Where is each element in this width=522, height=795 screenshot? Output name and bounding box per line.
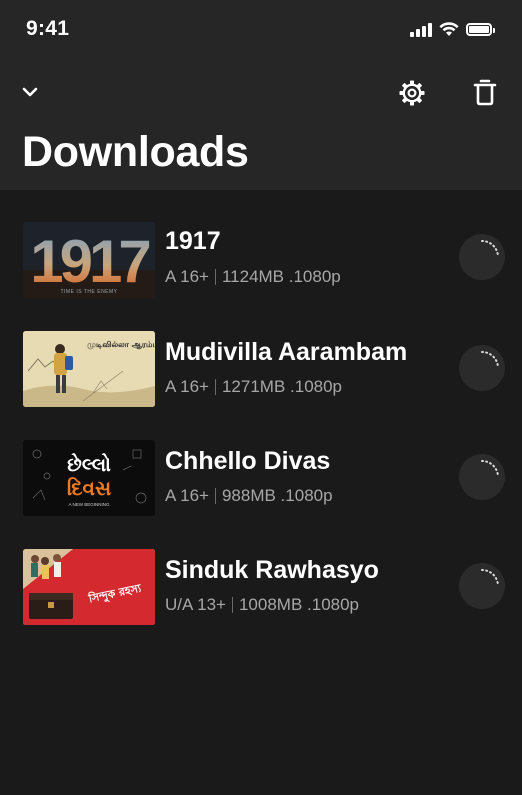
poster-1917-tagline: TIME IS THE ENEMY xyxy=(60,289,117,295)
poster-chhello-tagline: A NEW BEGINNING xyxy=(68,502,110,507)
download-progress-spinner[interactable] xyxy=(459,454,505,500)
rating-label: U/A 13+ xyxy=(165,595,226,614)
poster-chhello-divas-image: છેલ્લો દિવસ A NEW BEGINNING xyxy=(23,440,155,516)
meta-divider xyxy=(214,269,216,285)
item-title: Mudivilla Aarambam xyxy=(165,338,408,366)
loading-spinner-icon xyxy=(481,460,499,478)
download-progress-spinner[interactable] xyxy=(459,345,505,391)
size-quality-label: 1008MB .1080p xyxy=(238,595,360,614)
poster-1917-numbers: 1917 xyxy=(30,228,149,295)
download-progress-spinner[interactable] xyxy=(459,563,505,609)
trash-icon xyxy=(473,79,497,106)
poster-thumbnail: 1917 TIME IS THE ENEMY xyxy=(23,222,155,298)
poster-1917-image: 1917 TIME IS THE ENEMY xyxy=(23,222,155,298)
download-item-mudivilla-aarambam[interactable]: முடிவில்லா ஆரம்பம் Mudivilla Aarambam A … xyxy=(0,321,522,421)
delete-button[interactable] xyxy=(472,78,498,106)
collapse-button[interactable] xyxy=(18,80,42,104)
loading-spinner-icon xyxy=(481,569,499,587)
item-meta: U/A 13+ 1008MB .1080p xyxy=(165,595,359,615)
chevron-down-icon xyxy=(22,87,38,97)
meta-divider xyxy=(214,379,216,395)
meta-divider xyxy=(231,597,233,613)
status-icons xyxy=(410,22,495,37)
item-title: 1917 xyxy=(165,227,221,255)
loading-spinner-icon xyxy=(481,351,499,369)
settings-button[interactable] xyxy=(398,79,426,107)
size-quality-label: 988MB .1080p xyxy=(221,486,333,505)
item-title: Sinduk Rawhasyo xyxy=(165,556,379,584)
loading-spinner-icon xyxy=(481,240,499,258)
rating-label: A 16+ xyxy=(165,377,209,396)
status-time: 9:41 xyxy=(26,17,70,40)
rating-label: A 16+ xyxy=(165,486,209,505)
download-progress-spinner[interactable] xyxy=(459,234,505,280)
download-item-1917[interactable]: 1917 TIME IS THE ENEMY 1917 A 16+ 1124MB… xyxy=(0,212,522,312)
cellular-signal-icon xyxy=(410,22,432,37)
wifi-icon xyxy=(439,22,459,36)
size-quality-label: 1271MB .1080p xyxy=(221,377,343,396)
battery-icon xyxy=(466,23,495,36)
item-meta: A 16+ 1124MB .1080p xyxy=(165,267,341,287)
item-meta: A 16+ 1271MB .1080p xyxy=(165,377,342,397)
page-title: Downloads xyxy=(22,128,249,176)
poster-mudivilla-image: முடிவில்லா ஆரம்பம் xyxy=(23,331,155,407)
size-quality-label: 1124MB .1080p xyxy=(221,267,341,286)
meta-divider xyxy=(214,488,216,504)
gear-icon xyxy=(399,80,425,106)
poster-sinduk-image: সিন্দুক রহস্য xyxy=(23,549,155,625)
poster-thumbnail: છેલ્લો દિવસ A NEW BEGINNING xyxy=(23,440,155,516)
poster-mudivilla-title: முடிவில்லா ஆரம்பம் xyxy=(87,340,155,350)
item-title: Chhello Divas xyxy=(165,447,331,475)
item-meta: A 16+ 988MB .1080p xyxy=(165,486,333,506)
poster-chhello-bottom-text: દિવસ xyxy=(67,476,111,500)
download-item-sinduk-rawhasyo[interactable]: সিন্দুক রহস্য Sinduk Rawhasyo U/A 13+ 10… xyxy=(0,539,522,639)
status-bar: 9:41 xyxy=(0,0,522,60)
header: 9:41 Downloads xyxy=(0,0,522,190)
rating-label: A 16+ xyxy=(165,267,209,286)
download-item-chhello-divas[interactable]: છેલ્લો દિવસ A NEW BEGINNING Chhello Diva… xyxy=(0,430,522,530)
poster-chhello-top-text: છેલ્લો xyxy=(67,453,111,476)
poster-thumbnail: সিন্দুক রহস্য xyxy=(23,549,155,625)
poster-thumbnail: முடிவில்லா ஆரம்பம் xyxy=(23,331,155,407)
